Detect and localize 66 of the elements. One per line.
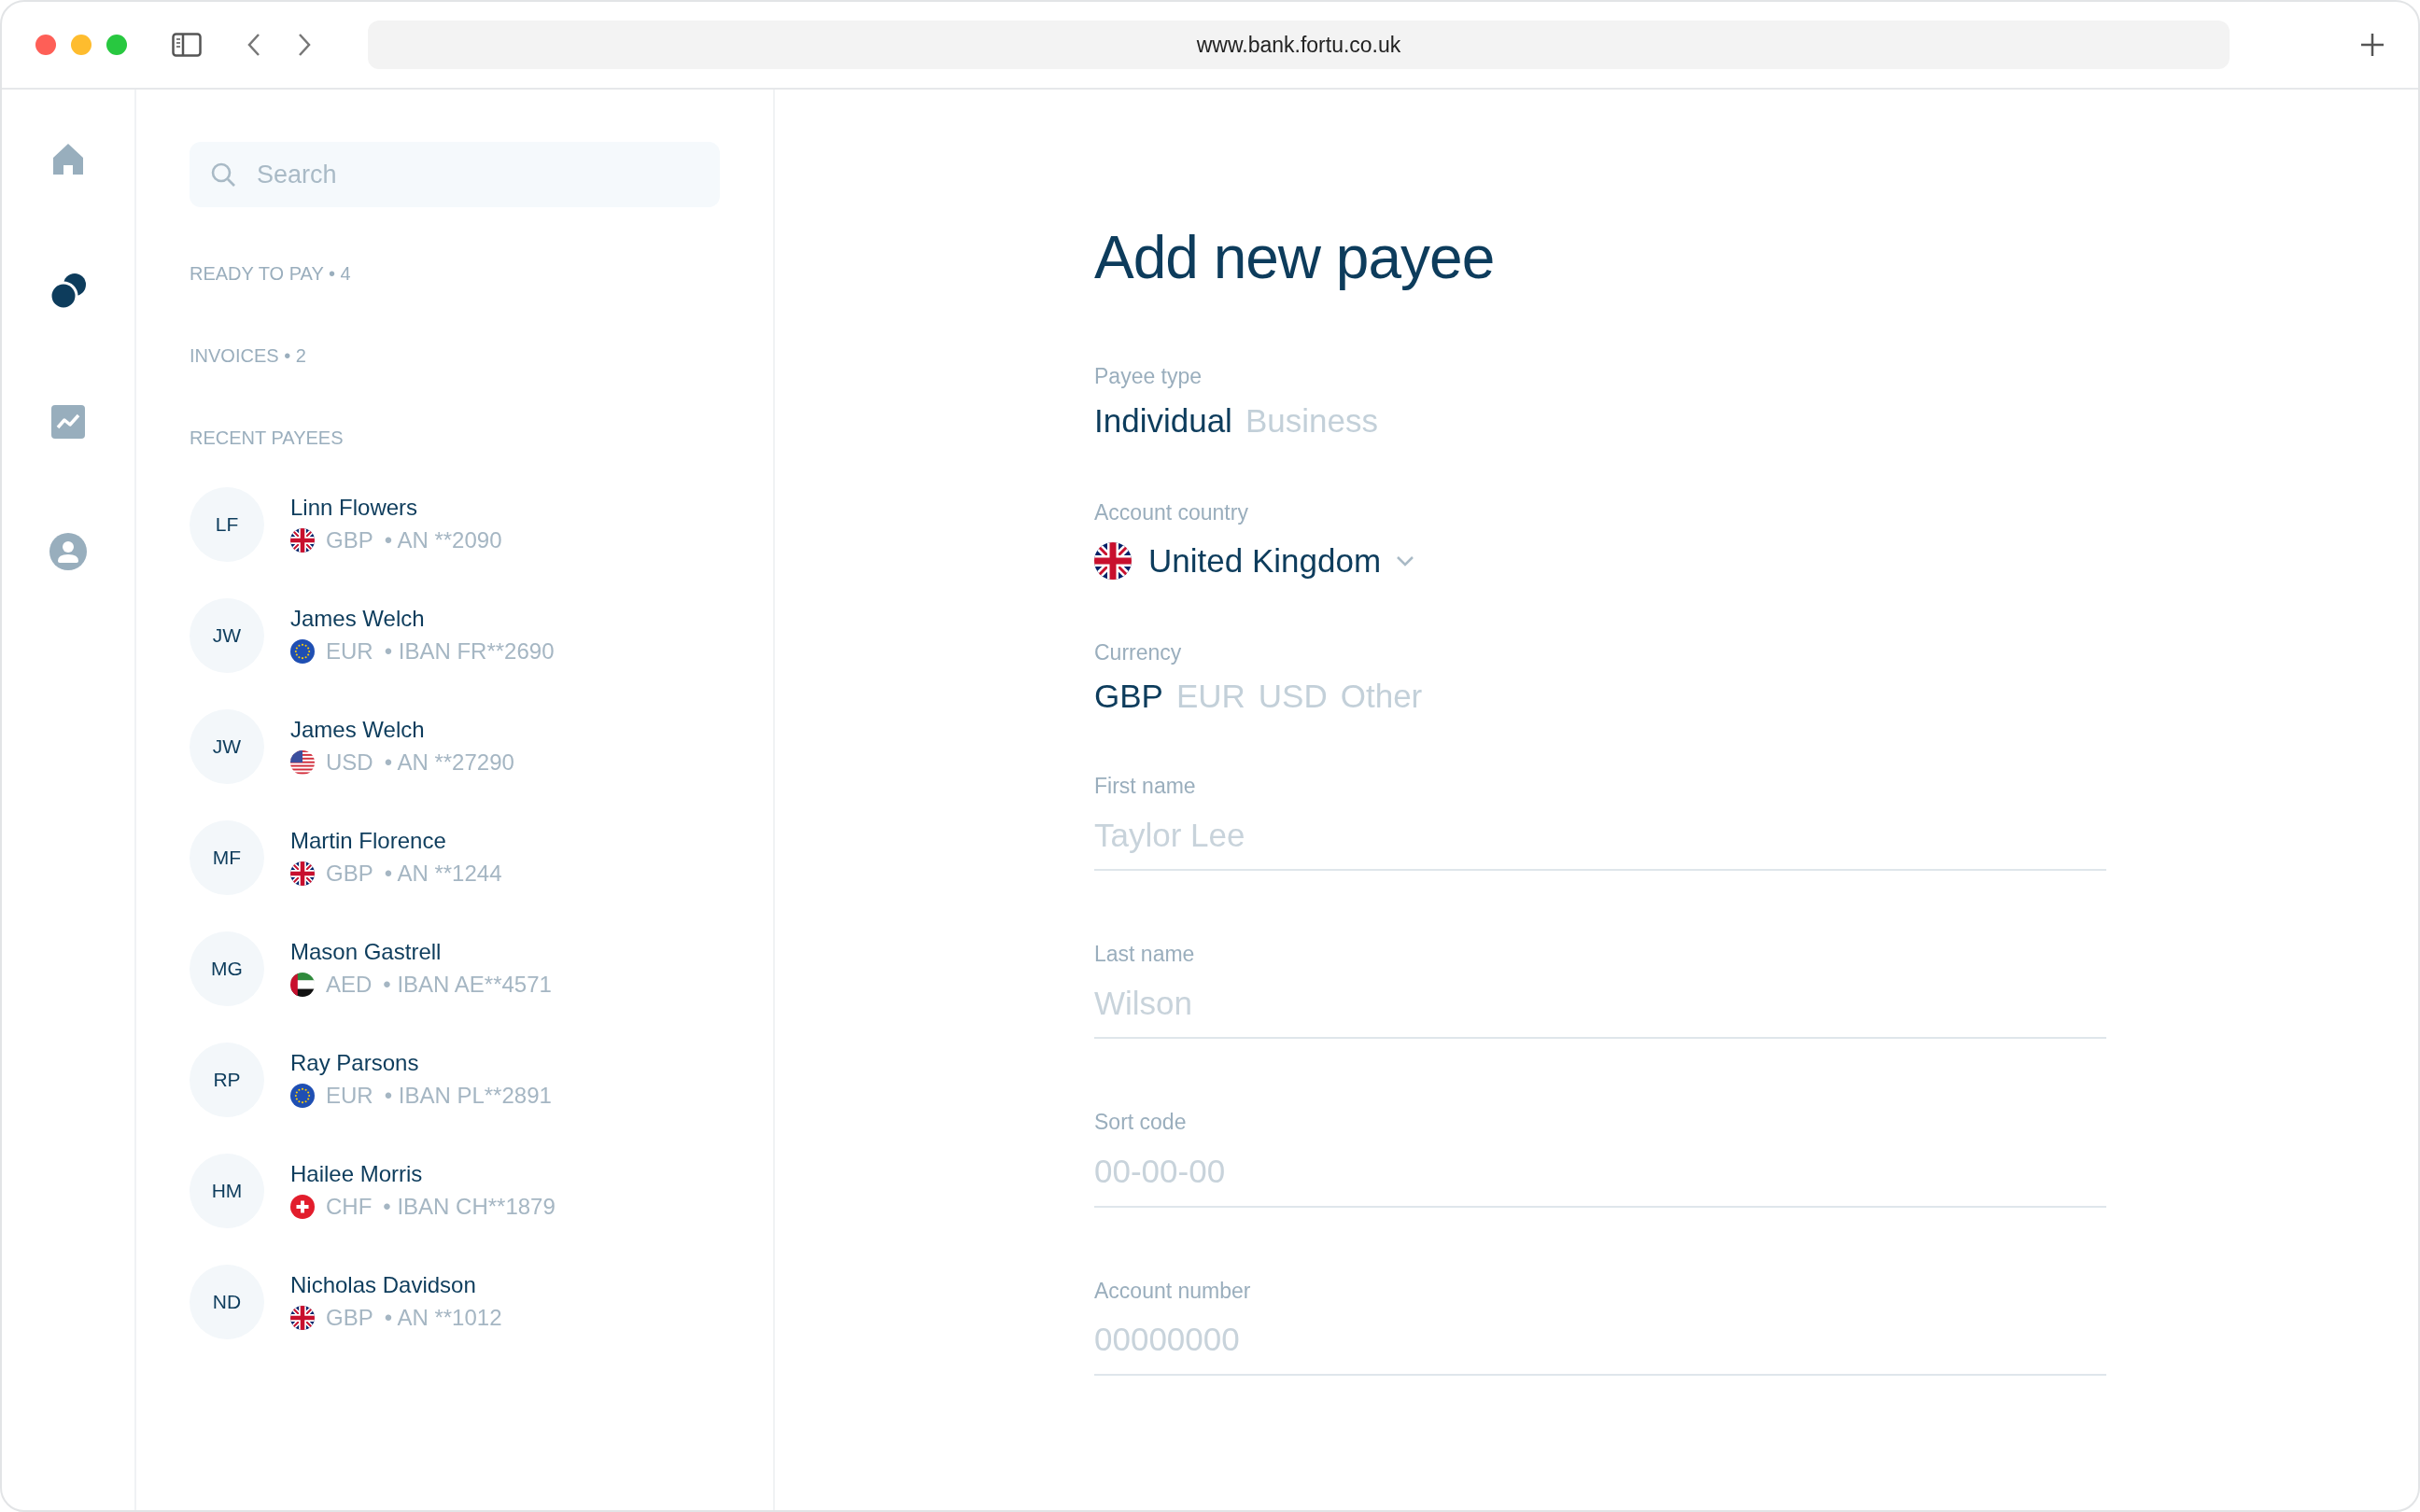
avatar-initials: JW — [190, 598, 264, 673]
chart-icon[interactable] — [50, 404, 86, 440]
currency-code: CHF — [326, 1194, 373, 1221]
account-number: • IBAN PL**2891 — [384, 1083, 552, 1110]
currency-code: GBP — [326, 527, 373, 554]
field-label: Account number — [1094, 1278, 1252, 1305]
flag-icon — [290, 973, 315, 998]
flag-icon — [290, 750, 315, 776]
payee-name[interactable]: Mason Gastrell — [290, 939, 552, 966]
address-bar[interactable]: www.bank.fortu.co.uk — [368, 21, 2230, 69]
flag-icon — [290, 861, 315, 887]
payee-name[interactable]: Linn Flowers — [290, 495, 502, 522]
account-number: • IBAN CH**1879 — [383, 1194, 556, 1221]
forward-icon[interactable] — [297, 33, 312, 57]
flag-icon — [290, 1084, 315, 1109]
flag-icon — [290, 639, 315, 665]
avatar-initials: RP — [190, 1043, 264, 1117]
search-field[interactable]: Search — [190, 142, 720, 207]
minimize-window-button[interactable] — [71, 35, 91, 55]
search-icon — [210, 161, 236, 188]
avatar-initials: LF — [190, 487, 264, 562]
country-dropdown[interactable]: United Kingdom — [1148, 537, 1415, 586]
currency-code: EUR — [326, 638, 373, 665]
avatar-initials: JW — [190, 709, 264, 784]
flag-icon — [290, 1195, 315, 1220]
avatar-initials: HM — [190, 1154, 264, 1228]
user-icon[interactable] — [49, 533, 87, 570]
payee-name[interactable]: Ray Parsons — [290, 1050, 552, 1077]
field-label: Payee type — [1094, 364, 1203, 390]
currency-code: GBP — [326, 1305, 373, 1332]
payee-name[interactable]: Martin Florence — [290, 828, 502, 855]
new-tab-icon[interactable] — [2360, 33, 2385, 57]
flag-icon — [290, 528, 315, 553]
circles-icon[interactable] — [49, 272, 88, 311]
field-label: Sort code — [1094, 1110, 1188, 1137]
section-heading: RECENT PAYEES — [190, 427, 345, 450]
currency-code: EUR — [326, 1083, 373, 1110]
account-number: • IBAN AE**4571 — [383, 972, 552, 999]
back-icon[interactable] — [246, 33, 261, 57]
avatar-initials: MF — [190, 820, 264, 895]
currency-code: GBP — [326, 861, 373, 888]
payee-name[interactable]: Hailee Morris — [290, 1161, 556, 1188]
avatar-initials: MG — [190, 931, 264, 1006]
account-number: • IBAN FR**2690 — [384, 638, 555, 665]
payee-name[interactable]: Nicholas Davidson — [290, 1272, 502, 1299]
field-label: First name — [1094, 774, 1197, 800]
field-label: Last name — [1094, 942, 1196, 968]
field-label: Account country — [1094, 499, 1249, 526]
field-label: Currency — [1094, 639, 1183, 666]
flag-icon — [1094, 542, 1132, 581]
currency-code: AED — [326, 972, 373, 999]
account-number: • AN **27290 — [384, 749, 514, 777]
currency-code: USD — [326, 749, 373, 777]
option-toggle[interactable]: Individual — [1094, 400, 1232, 441]
sidebar-toggle-icon[interactable] — [172, 33, 202, 57]
account-number: • AN **1244 — [384, 861, 502, 888]
option-toggle[interactable]: GBP — [1094, 677, 1163, 717]
avatar-initials: ND — [190, 1265, 264, 1339]
account-number: • AN **1012 — [384, 1305, 502, 1332]
caret-icon — [1396, 555, 1415, 567]
maximize-window-button[interactable] — [106, 35, 127, 55]
close-window-button[interactable] — [35, 35, 56, 55]
payee-name[interactable]: James Welch — [290, 606, 555, 633]
payee-name[interactable]: James Welch — [290, 717, 514, 744]
flag-icon — [290, 1306, 315, 1331]
account-number: • AN **2090 — [384, 527, 502, 554]
